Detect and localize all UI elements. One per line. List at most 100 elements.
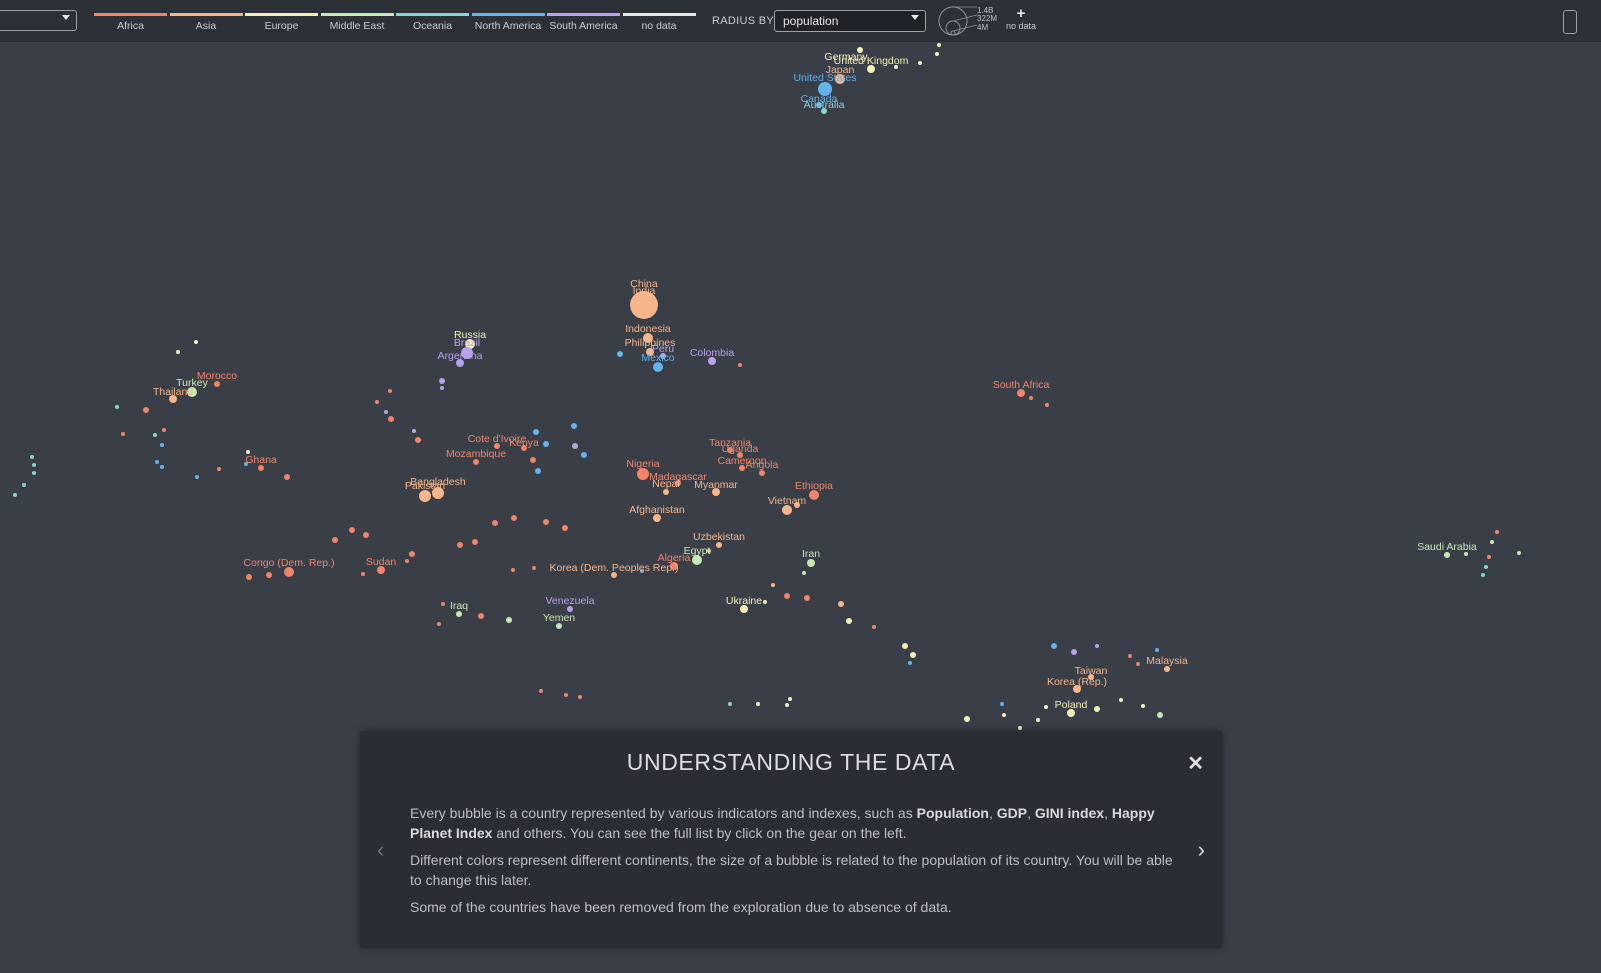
country-bubble[interactable]	[478, 613, 484, 619]
country-bubble[interactable]	[1481, 573, 1485, 577]
country-bubble[interactable]	[1018, 726, 1022, 730]
country-bubble[interactable]	[1490, 540, 1494, 544]
country-bubble[interactable]	[361, 572, 365, 576]
legend-item-europe[interactable]: Europe	[244, 13, 319, 35]
country-bubble[interactable]	[1045, 403, 1049, 407]
country-bubble[interactable]	[728, 702, 732, 706]
country-bubble[interactable]	[405, 559, 409, 563]
country-bubble[interactable]	[1029, 396, 1033, 400]
country-bubble[interactable]	[511, 515, 517, 521]
country-bubble[interactable]	[535, 468, 541, 474]
legend-item-asia[interactable]: Asia	[169, 13, 244, 35]
country-bubble[interactable]	[872, 625, 876, 629]
country-bubble[interactable]	[160, 465, 164, 469]
country-bubble[interactable]	[1044, 705, 1048, 709]
country-bubble[interactable]	[457, 542, 463, 548]
country-bubble[interactable]	[1119, 698, 1123, 702]
country-bubble[interactable]	[578, 695, 582, 699]
country-bubble[interactable]	[266, 572, 272, 578]
legend-item-africa[interactable]: Africa	[93, 13, 168, 35]
country-bubble[interactable]	[32, 471, 36, 475]
country-bubble[interactable]	[788, 697, 792, 701]
country-bubble[interactable]	[195, 475, 199, 479]
country-bubble[interactable]	[1517, 551, 1521, 555]
country-bubble[interactable]	[349, 527, 355, 533]
country-bubble[interactable]	[1094, 706, 1100, 712]
country-bubble[interactable]	[155, 460, 159, 464]
country-bubble[interactable]	[533, 429, 539, 435]
country-bubble[interactable]	[506, 617, 512, 623]
country-bubble[interactable]	[771, 583, 775, 587]
country-bubble[interactable]	[918, 61, 922, 65]
country-bubble[interactable]	[176, 350, 180, 354]
country-bubble[interactable]	[409, 551, 415, 557]
country-bubble[interactable]	[1157, 712, 1163, 718]
chevron-left-icon[interactable]: ‹	[377, 837, 384, 863]
country-bubble[interactable]	[1136, 662, 1140, 666]
country-bubble[interactable]	[756, 702, 760, 706]
country-bubble[interactable]	[121, 432, 125, 436]
legend-item-middle-east[interactable]: Middle East	[320, 13, 395, 35]
country-bubble[interactable]	[785, 703, 789, 707]
country-bubble[interactable]	[511, 568, 515, 572]
legend-item-oceania[interactable]: Oceania	[395, 13, 470, 35]
country-bubble[interactable]	[937, 43, 941, 47]
bubble-india[interactable]	[634, 295, 654, 315]
country-bubble[interactable]	[581, 452, 587, 458]
country-bubble[interactable]	[332, 537, 338, 543]
country-bubble[interactable]	[571, 423, 577, 429]
country-bubble[interactable]	[902, 643, 908, 649]
country-bubble[interactable]	[194, 340, 198, 344]
country-bubble[interactable]	[375, 400, 379, 404]
country-bubble[interactable]	[1155, 648, 1159, 652]
country-bubble[interactable]	[1095, 644, 1099, 648]
country-bubble[interactable]	[388, 416, 394, 422]
chevron-right-icon[interactable]: ›	[1198, 837, 1205, 863]
country-bubble[interactable]	[439, 378, 445, 384]
legend-item-no-data[interactable]: no data	[622, 13, 697, 35]
country-bubble[interactable]	[763, 600, 767, 604]
country-bubble[interactable]	[846, 618, 852, 624]
country-bubble[interactable]	[539, 689, 543, 693]
country-bubble[interactable]	[1128, 654, 1132, 658]
country-bubble[interactable]	[564, 693, 568, 697]
country-bubble[interactable]	[964, 716, 970, 722]
country-bubble[interactable]	[1071, 649, 1077, 655]
country-bubble[interactable]	[908, 661, 912, 665]
country-bubble[interactable]	[32, 463, 36, 467]
country-bubble[interactable]	[22, 483, 26, 487]
country-bubble[interactable]	[160, 443, 164, 447]
country-bubble[interactable]	[1484, 565, 1488, 569]
country-bubble[interactable]	[1141, 704, 1145, 708]
country-bubble[interactable]	[284, 474, 290, 480]
country-bubble[interactable]	[804, 595, 810, 601]
country-bubble[interactable]	[530, 457, 536, 463]
right-toolbar-control[interactable]	[1563, 10, 1577, 34]
country-bubble[interactable]	[1051, 643, 1057, 649]
country-bubble[interactable]	[784, 593, 790, 599]
indicator-select[interactable]	[0, 10, 77, 31]
country-bubble[interactable]	[441, 602, 445, 606]
country-bubble[interactable]	[384, 410, 388, 414]
country-bubble[interactable]	[115, 405, 119, 409]
country-bubble[interactable]	[543, 519, 549, 525]
country-bubble[interactable]	[363, 532, 369, 538]
country-bubble[interactable]	[246, 574, 252, 580]
country-bubble[interactable]	[412, 429, 416, 433]
country-bubble[interactable]	[738, 363, 742, 367]
legend-item-north-america[interactable]: North America	[471, 13, 546, 35]
country-bubble[interactable]	[1487, 555, 1491, 559]
country-bubble[interactable]	[532, 566, 536, 570]
country-bubble[interactable]	[437, 622, 441, 626]
country-bubble[interactable]	[1002, 713, 1006, 717]
legend-item-south-america[interactable]: South America	[546, 13, 621, 35]
country-bubble[interactable]	[13, 493, 17, 497]
country-bubble[interactable]	[388, 389, 392, 393]
radius-by-select[interactable]: population	[774, 10, 926, 32]
close-icon[interactable]: ✕	[1187, 751, 1204, 776]
bubble-iran[interactable]	[807, 559, 815, 567]
country-bubble[interactable]	[935, 52, 939, 56]
country-bubble[interactable]	[1036, 718, 1040, 722]
country-bubble[interactable]	[617, 351, 623, 357]
country-bubble[interactable]	[143, 407, 149, 413]
